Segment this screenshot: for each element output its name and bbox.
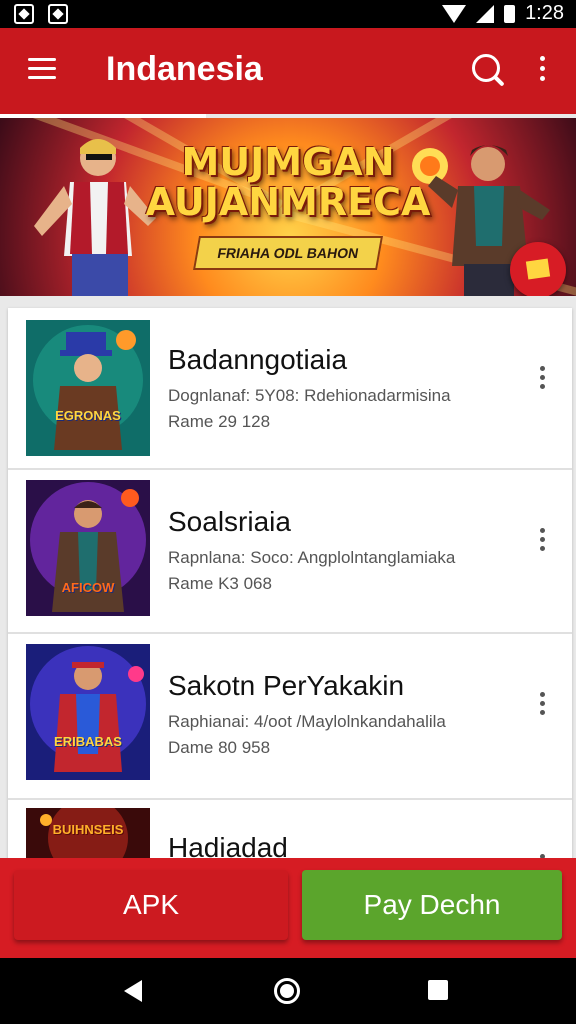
app-meta: Rame K3 068 [168,574,272,593]
app-bar: Indanesia [0,28,576,114]
thumbnail-caption: AFICOW [61,580,115,595]
status-bar: 1:28 [0,0,576,28]
wifi-icon [442,4,467,23]
menu-icon[interactable] [28,58,56,80]
item-more-icon[interactable] [540,692,546,716]
featured-banner[interactable]: MUJMGAN AUJANMRECA FRIAHA ODL BAHON [0,118,576,296]
thumbnail-caption: ERIBABAS [54,734,122,749]
notification-icon [48,4,68,24]
app-meta: Rame 29 128 [168,412,271,431]
search-icon[interactable] [472,54,500,82]
app-meta: Dame 80 958 [168,738,271,757]
app-title: Sakotn PerYakakin [168,670,405,701]
thumbnail-caption: BUIHNSEIS [52,822,124,837]
list-item[interactable]: EGRONAS Badanngotiaia Dognlanaf: 5Y08: R… [8,308,572,470]
app-thumbnail [26,480,150,616]
navigation-bar [0,958,576,1024]
recents-icon[interactable] [428,980,448,1000]
signal-icon [476,4,495,23]
thumbnail-caption: EGRONAS [55,408,121,423]
bottom-action-bar: APK Pay Dechn [0,858,576,958]
item-more-icon[interactable] [540,528,546,552]
app-list: EGRONAS Badanngotiaia Dognlanaf: 5Y08: R… [8,308,572,868]
battery-icon [504,4,516,23]
more-options-icon[interactable] [538,56,546,86]
app-title: Badanngotiaia [168,344,348,375]
banner-title: MUJMGAN AUJANMRECA [145,140,431,224]
fab-button[interactable] [510,242,566,296]
apk-button[interactable]: APK [14,870,288,940]
item-more-icon[interactable] [540,366,546,390]
back-icon[interactable] [124,980,142,1002]
app-description: Raphianai: 4/oot /Maylolnkandahalila [168,712,446,731]
app-description: Rapnlana: Soco: Angplolntanglamiaka [168,548,456,567]
page-title: Indanesia [106,50,263,88]
home-icon[interactable] [274,978,300,1004]
app-thumbnail [26,320,150,456]
notification-icon [14,4,34,24]
banner-subtitle: FRIAHA ODL BAHON [193,236,383,270]
app-thumbnail [26,644,150,780]
app-description: Dognlanaf: 5Y08: Rdehionadarmisina [168,386,451,405]
pay-button[interactable]: Pay Dechn [302,870,562,940]
list-item[interactable]: AFICOW Soalsriaia Rapnlana: Soco: Angplo… [8,470,572,634]
status-time: 1:28 [525,2,564,24]
app-title: Soalsriaia [168,506,291,537]
list-item[interactable]: ERIBABAS Sakotn PerYakakin Raphianai: 4/… [8,634,572,800]
